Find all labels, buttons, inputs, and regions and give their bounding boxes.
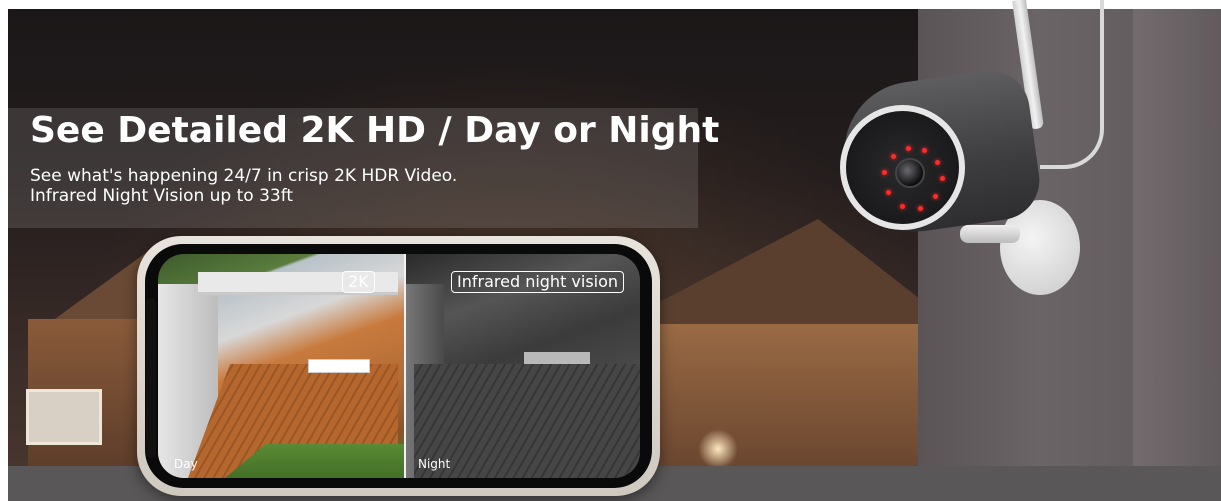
ir-led	[940, 176, 945, 181]
camera-arm	[960, 225, 1020, 243]
house-wall-right	[648, 324, 928, 469]
resolution-tag: 2K	[342, 271, 375, 293]
ir-led	[886, 190, 891, 195]
ir-led	[882, 170, 887, 175]
split-divider	[404, 254, 406, 478]
ir-led	[906, 146, 911, 151]
night-vision-tag: Infrared night vision	[451, 271, 625, 293]
ir-led	[900, 204, 905, 209]
wall-post	[1133, 9, 1221, 469]
phone-notch	[146, 298, 156, 458]
day-caption: Day	[174, 457, 198, 471]
camera-cable	[1040, 0, 1104, 169]
subheadline: See what's happening 24/7 in crisp 2K HD…	[30, 166, 457, 206]
ir-led	[935, 160, 940, 165]
subheadline-line-2: Infrared Night Vision up to 33ft	[30, 186, 294, 206]
night-patio-table	[524, 352, 590, 364]
day-patio-table	[308, 359, 370, 373]
house-light	[698, 429, 738, 469]
subheadline-line-1: See what's happening 24/7 in crisp 2K HD…	[30, 166, 458, 186]
headline: See Detailed 2K HD / Day or Night	[30, 110, 720, 151]
night-caption: Night	[418, 457, 451, 471]
house-roof-right	[608, 219, 958, 329]
house-window-left	[26, 389, 102, 445]
camera-lens	[895, 158, 925, 188]
ir-led	[933, 194, 938, 199]
ir-led	[918, 206, 923, 211]
ir-led	[922, 148, 927, 153]
phone-screen: 2K Infrared night vision Day Night	[158, 254, 640, 478]
ir-led	[891, 154, 896, 159]
